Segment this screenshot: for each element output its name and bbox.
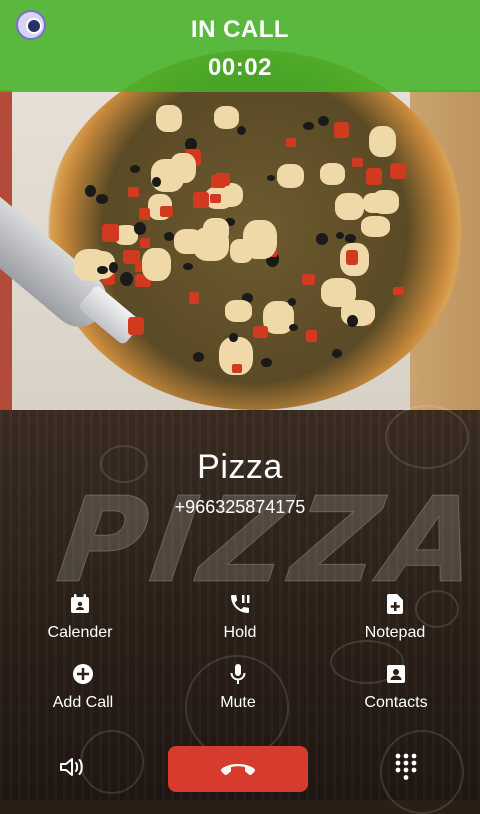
chicken-topping — [213, 105, 240, 129]
tomato-topping — [102, 223, 119, 242]
contact-name: Pizza — [197, 448, 283, 486]
chicken-topping — [276, 163, 304, 189]
tomato-topping — [365, 167, 383, 185]
tomato-topping — [127, 187, 139, 198]
olive-topping — [318, 115, 329, 126]
chicken-topping — [368, 125, 396, 157]
olive-topping — [152, 177, 161, 187]
add-call-label: Add Call — [52, 694, 114, 711]
chicken-topping — [156, 105, 182, 133]
mute-button[interactable]: Mute — [158, 662, 318, 712]
contact-card-icon — [387, 665, 405, 683]
calendar-label: Calender — [47, 624, 113, 641]
mute-label: Mute — [220, 694, 256, 711]
hold-button[interactable]: Hold — [160, 592, 320, 642]
olive-topping — [316, 232, 328, 245]
olive-topping — [302, 122, 314, 131]
tomato-topping — [232, 363, 243, 373]
olive-topping — [344, 234, 356, 243]
tomato-topping — [122, 250, 141, 264]
chicken-topping — [335, 193, 364, 221]
tomato-topping — [209, 193, 221, 204]
chicken-topping — [319, 163, 346, 185]
doodle-pepper — [80, 730, 144, 794]
add-call-button[interactable]: Add Call — [3, 662, 163, 712]
background-pizza-text: PIZZA — [50, 471, 480, 610]
end-call-button[interactable] — [168, 746, 308, 792]
olive-topping — [228, 333, 238, 343]
olive-topping — [182, 262, 193, 271]
notepad-label: Notepad — [364, 624, 426, 641]
call-timer: 00:02 — [208, 54, 272, 81]
olive-topping — [95, 193, 109, 204]
calendar-add-icon — [71, 594, 89, 613]
chicken-topping — [174, 228, 203, 254]
olive-topping — [332, 349, 343, 358]
tomato-topping — [253, 325, 268, 338]
contacts-label: Contacts — [364, 694, 428, 711]
tomato-topping — [392, 287, 404, 296]
tomato-topping — [159, 206, 173, 218]
microphone-icon — [230, 664, 246, 684]
notepad-button[interactable]: Notepad — [315, 592, 475, 642]
tomato-topping — [390, 163, 407, 180]
tomato-topping — [139, 208, 151, 221]
tomato-topping — [210, 175, 226, 188]
contact-number: +966325874175 — [174, 497, 306, 517]
contacts-button[interactable]: Contacts — [316, 662, 476, 712]
speaker-button[interactable] — [58, 755, 86, 784]
add-circle-icon — [73, 664, 93, 684]
olive-topping — [261, 358, 272, 368]
tomato-topping — [345, 250, 359, 265]
doodle-tomato — [380, 730, 464, 814]
call-header: IN CALL 00:02 — [0, 0, 480, 92]
tomato-topping — [351, 158, 363, 168]
olive-topping — [119, 271, 133, 286]
tomato-topping — [301, 274, 316, 285]
speaker-icon — [60, 758, 83, 776]
dialpad-button[interactable] — [394, 753, 418, 786]
hold-label: Hold — [223, 624, 257, 641]
tomato-topping — [285, 138, 297, 148]
tomato-topping — [305, 329, 318, 343]
tomato-topping — [139, 237, 150, 249]
olive-topping — [97, 265, 108, 274]
chicken-topping — [225, 300, 252, 322]
phone-hold-icon — [231, 595, 250, 613]
dialpad-icon — [395, 753, 417, 780]
chicken-topping — [242, 219, 277, 259]
chicken-topping — [361, 215, 390, 238]
tomato-topping — [334, 122, 349, 139]
olive-topping — [84, 184, 96, 197]
phone-hangup-icon — [220, 764, 256, 776]
chicken-topping — [141, 247, 172, 281]
chicken-topping — [372, 190, 400, 214]
tomato-topping — [193, 191, 209, 208]
chicken-topping — [73, 248, 109, 281]
call-status: IN CALL — [190, 16, 290, 43]
chicken-topping — [170, 153, 197, 184]
tomato-topping — [127, 317, 144, 335]
calendar-button[interactable]: Calender — [0, 592, 160, 642]
tomato-topping — [188, 292, 200, 305]
note-add-icon — [387, 594, 403, 614]
